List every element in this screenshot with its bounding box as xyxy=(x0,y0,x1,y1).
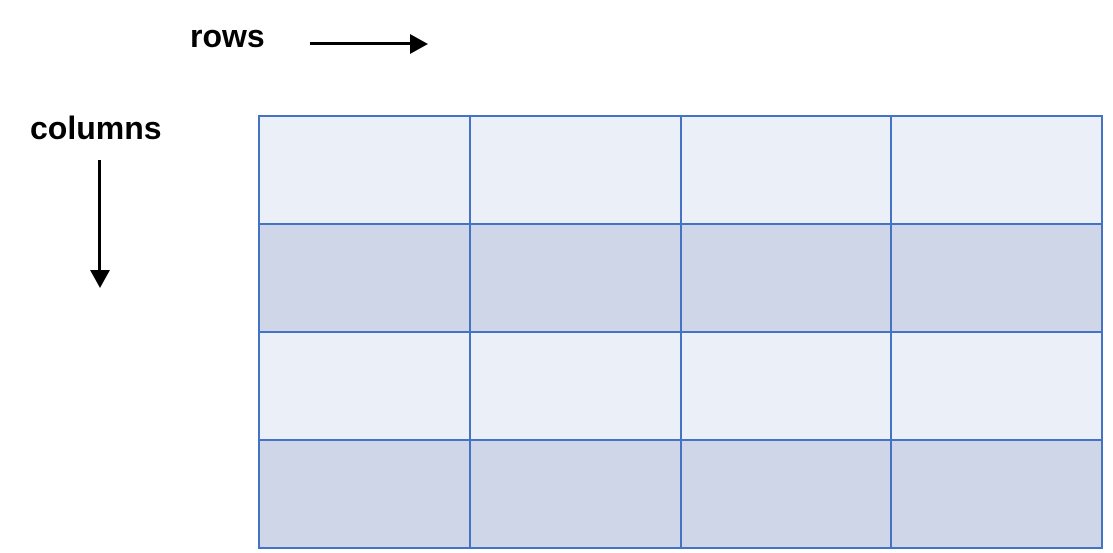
table-cell xyxy=(891,224,1102,332)
rows-arrow-icon xyxy=(310,34,430,54)
table-cell xyxy=(681,440,892,548)
columns-arrow-line xyxy=(98,160,101,270)
rows-label: rows xyxy=(190,18,265,55)
table-cell xyxy=(259,116,470,224)
table-cell xyxy=(891,332,1102,440)
table-cell xyxy=(259,224,470,332)
rows-arrow-line xyxy=(310,42,410,45)
table-cell xyxy=(681,332,892,440)
columns-arrow-head xyxy=(90,270,110,288)
table-cell xyxy=(470,116,681,224)
table-row xyxy=(259,332,1102,440)
columns-label: columns xyxy=(30,110,162,147)
table-row xyxy=(259,440,1102,548)
table-cell xyxy=(470,224,681,332)
table-grid xyxy=(258,115,1103,549)
table-cell xyxy=(259,440,470,548)
table-row xyxy=(259,224,1102,332)
rows-arrow-head xyxy=(410,34,428,54)
columns-arrow-icon xyxy=(90,160,110,290)
table-cell xyxy=(470,440,681,548)
table-cell xyxy=(681,224,892,332)
table-cell xyxy=(891,116,1102,224)
table-cell xyxy=(470,332,681,440)
table-row xyxy=(259,116,1102,224)
table-cell xyxy=(259,332,470,440)
table-cell xyxy=(891,440,1102,548)
table-cell xyxy=(681,116,892,224)
